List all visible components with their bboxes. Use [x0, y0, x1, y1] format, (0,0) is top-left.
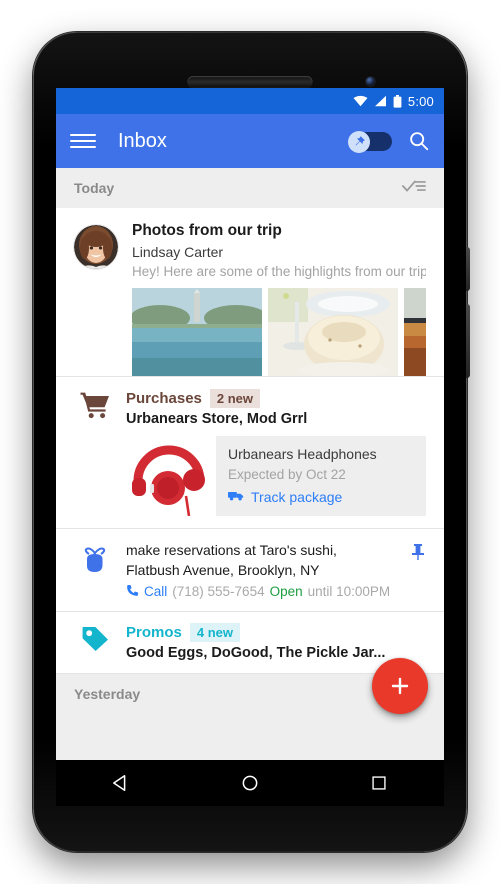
attachment-strip[interactable] — [132, 288, 426, 376]
pin-toggle[interactable] — [348, 130, 392, 153]
plus-icon — [391, 677, 409, 695]
price-tag-icon — [74, 623, 116, 661]
pin-icon[interactable] — [410, 541, 426, 566]
mail-card-photos[interactable]: Photos from our trip Lindsay Carter Hey!… — [56, 208, 444, 377]
finger-string-reminder-icon — [74, 541, 116, 573]
call-label[interactable]: Call — [144, 584, 167, 599]
android-nav-bar — [56, 760, 444, 806]
search-icon[interactable] — [408, 130, 430, 152]
status-badge: 2 new — [209, 389, 261, 408]
product-name: Urbanears Headphones — [228, 446, 377, 462]
track-package-label: Track package — [251, 489, 343, 505]
shopping-cart-icon — [74, 389, 116, 516]
mail-subject: Photos from our trip — [132, 222, 282, 239]
track-package-link[interactable]: Track package — [228, 488, 414, 506]
compose-fab[interactable] — [372, 658, 428, 714]
red-headphones-photo — [126, 436, 216, 517]
bundle-senders: Urbanears Store, Mod Grrl — [126, 411, 308, 427]
reminder-actions[interactable]: Call (718) 555-7654 Open until 10:00PM — [126, 584, 410, 600]
home-circle-icon[interactable] — [220, 774, 280, 792]
recents-square-icon[interactable] — [349, 775, 409, 791]
front-camera — [366, 77, 375, 86]
reminder-card[interactable]: make reservations at Taro's sushi, Flatb… — [56, 529, 444, 612]
page-title: Inbox — [118, 129, 167, 152]
package-row[interactable]: Urbanears Headphones Expected by Oct 22 — [126, 436, 426, 517]
status-bar: 5:00 — [56, 88, 444, 114]
phone-screen: 5:00 Inbox Today Photos from our trip Li… — [56, 88, 444, 760]
power-button[interactable] — [466, 247, 470, 291]
phone-icon — [126, 584, 139, 600]
package-details: Urbanears Headphones Expected by Oct 22 — [216, 436, 426, 516]
section-label: Today — [74, 180, 115, 196]
earpiece-speaker — [187, 76, 313, 87]
bundle-senders: Good Eggs, DoGood, The Pickle Jar... — [126, 644, 386, 661]
hours-label: until 10:00PM — [307, 584, 391, 600]
app-bar: Inbox — [56, 114, 444, 168]
bundle-content: Promos 4 new Good Eggs, DoGood, The Pick… — [126, 622, 426, 661]
mail-content: Photos from our trip Lindsay Carter Hey!… — [132, 222, 426, 376]
volume-button[interactable] — [466, 304, 470, 378]
battery-icon — [393, 94, 402, 108]
section-header-today: Today — [56, 168, 444, 208]
bundle-content: Purchases 2 new Urbanears Store, Mod Grr… — [126, 389, 426, 517]
mail-snippet: Hey! Here are some of the highlights fro… — [132, 264, 426, 279]
photo-washington-monument[interactable] — [132, 288, 262, 376]
reminder-line-1: make reservations at Taro's sushi, — [126, 542, 337, 558]
hamburger-menu-icon[interactable] — [70, 134, 96, 148]
status-time: 5:00 — [407, 93, 434, 109]
done-all-icon[interactable] — [402, 178, 426, 199]
reminder-content: make reservations at Taro's sushi, Flatb… — [126, 541, 410, 600]
photo-autumn-window[interactable] — [404, 288, 426, 376]
wifi-icon — [353, 95, 368, 107]
section-label: Yesterday — [74, 685, 141, 702]
mail-list[interactable]: Today Photos from our trip Lindsay Carte… — [56, 168, 444, 760]
open-status: Open — [269, 584, 303, 600]
delivery-truck-icon — [228, 488, 244, 506]
photo-dessert-plate[interactable] — [268, 288, 398, 376]
reminder-line-2: Flatbush Avenue, Brooklyn, NY — [126, 561, 320, 578]
pin-icon — [348, 130, 370, 153]
bundle-title: Promos — [126, 623, 182, 641]
status-badge: 4 new — [189, 622, 240, 642]
product-eta: Expected by Oct 22 — [228, 467, 346, 482]
avatar — [74, 225, 118, 269]
cell-signal-icon — [374, 95, 387, 107]
bundle-title-row: Promos 4 new — [126, 622, 426, 642]
bundle-title-row: Purchases 2 new — [126, 389, 426, 408]
mail-sender: Lindsay Carter — [132, 244, 224, 260]
back-triangle-icon[interactable] — [91, 774, 151, 792]
bundle-title: Purchases — [126, 390, 202, 407]
mail-card-purchases[interactable]: Purchases 2 new Urbanears Store, Mod Grr… — [56, 377, 444, 529]
phone-number: (718) 555-7654 — [172, 584, 265, 600]
